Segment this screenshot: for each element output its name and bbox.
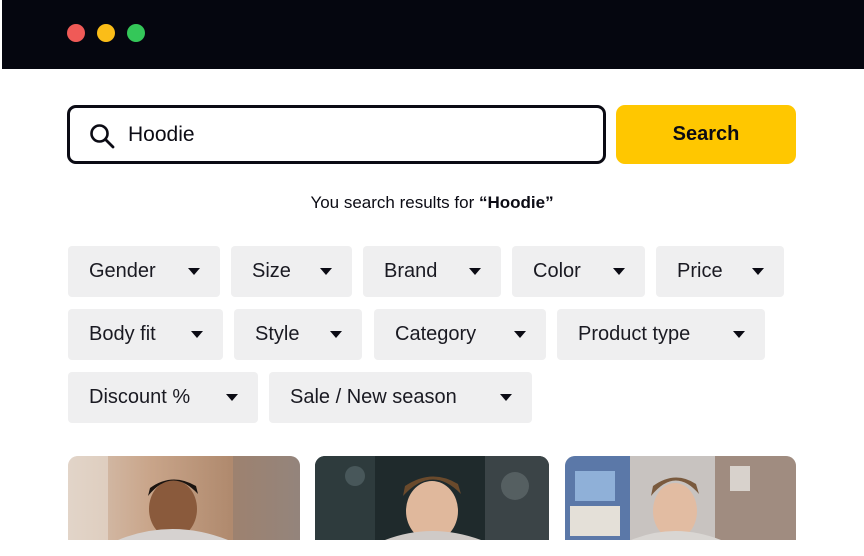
filter-style[interactable]: Style <box>234 309 362 360</box>
caret-down-icon <box>188 268 200 275</box>
filter-product-type[interactable]: Product type <box>557 309 765 360</box>
results-summary: You search results for “Hoodie” <box>0 192 864 214</box>
filter-gender[interactable]: Gender <box>68 246 220 297</box>
product-card-1[interactable] <box>68 456 300 556</box>
filter-label: Size <box>252 260 291 282</box>
filter-label: Sale / New season <box>290 386 457 408</box>
filter-brand[interactable]: Brand <box>363 246 501 297</box>
search-input[interactable]: Hoodie <box>67 105 606 164</box>
filter-color[interactable]: Color <box>512 246 645 297</box>
filter-label: Discount % <box>89 386 191 408</box>
product-card-3[interactable] <box>565 456 796 556</box>
filter-label: Brand <box>384 260 438 282</box>
filter-label: Gender <box>89 260 156 282</box>
filter-price[interactable]: Price <box>656 246 784 297</box>
product-image <box>315 456 549 540</box>
caret-down-icon <box>330 331 342 338</box>
search-button[interactable]: Search <box>616 105 796 164</box>
filter-label: Price <box>677 260 723 282</box>
caret-down-icon <box>733 331 745 338</box>
caret-down-icon <box>500 394 512 401</box>
product-image <box>68 456 300 540</box>
caret-down-icon <box>613 268 625 275</box>
filter-body-fit[interactable]: Body fit <box>68 309 223 360</box>
caret-down-icon <box>752 268 764 275</box>
maximize-window-dot[interactable] <box>127 24 145 42</box>
caret-down-icon <box>191 331 203 338</box>
filter-label: Body fit <box>89 323 156 345</box>
search-input-value[interactable]: Hoodie <box>128 122 195 148</box>
caret-down-icon <box>320 268 332 275</box>
results-prefix: You search results for <box>310 193 479 212</box>
filter-label: Color <box>533 260 581 282</box>
caret-down-icon <box>226 394 238 401</box>
product-card-2[interactable] <box>315 456 549 556</box>
filter-sale-new-season[interactable]: Sale / New season <box>269 372 532 423</box>
caret-down-icon <box>469 268 481 275</box>
results-query: “Hoodie” <box>478 193 554 212</box>
filter-size[interactable]: Size <box>231 246 352 297</box>
minimize-window-dot[interactable] <box>97 24 115 42</box>
filter-label: Category <box>395 323 477 345</box>
close-window-dot[interactable] <box>67 24 85 42</box>
filter-label: Style <box>255 323 300 345</box>
filter-label: Product type <box>578 323 691 345</box>
filter-category[interactable]: Category <box>374 309 546 360</box>
filter-discount[interactable]: Discount % <box>68 372 258 423</box>
caret-down-icon <box>514 331 526 338</box>
product-image <box>565 456 796 540</box>
search-icon <box>90 124 115 149</box>
window-titlebar <box>2 0 864 69</box>
